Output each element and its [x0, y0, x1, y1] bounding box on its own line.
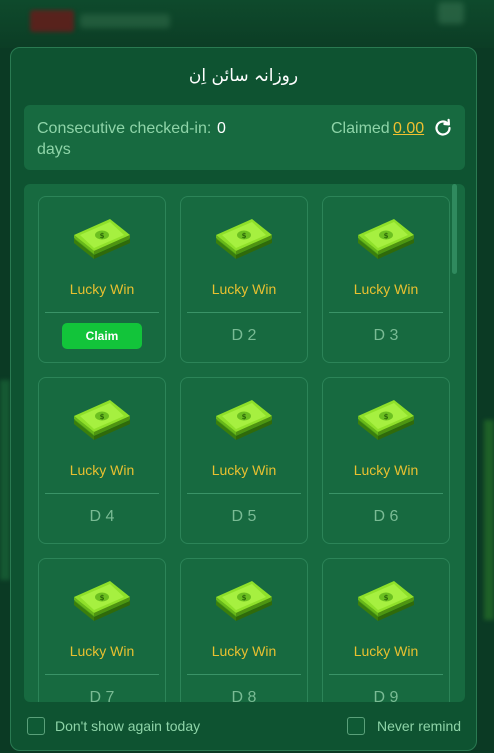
- day-label: D 8: [231, 689, 257, 702]
- background-decoration-right: [484, 420, 494, 620]
- reward-card[interactable]: $ Lucky Win D 9: [322, 558, 450, 702]
- day-label: D 9: [373, 689, 399, 702]
- reward-card[interactable]: $ Lucky Win D 4: [38, 377, 166, 544]
- cash-stack-icon: $: [356, 217, 418, 259]
- reward-card[interactable]: $ Lucky Win D 2: [180, 196, 308, 363]
- reward-label: Lucky Win: [353, 462, 419, 478]
- day-label: D 5: [231, 508, 257, 525]
- reward-card[interactable]: $ Lucky Win D 8: [180, 558, 308, 702]
- card-divider: [329, 312, 443, 313]
- day-label: D 6: [373, 508, 399, 525]
- reward-label: Lucky Win: [69, 643, 135, 659]
- daily-signin-modal: روزانہ سائن اِن Consecutive checked-in: …: [10, 47, 477, 751]
- reward-label: Lucky Win: [211, 281, 277, 297]
- card-divider: [187, 674, 301, 675]
- cash-stack-icon: $: [214, 579, 276, 621]
- cash-stack-icon: $: [72, 579, 134, 621]
- refresh-icon[interactable]: [432, 117, 454, 139]
- cash-stack-icon: $: [72, 217, 134, 259]
- claim-button[interactable]: Claim: [62, 323, 142, 349]
- consecutive-label: Consecutive checked-in: days: [37, 120, 212, 158]
- cash-stack-icon: $: [214, 398, 276, 440]
- background-header: [0, 0, 494, 48]
- claimed-value: 0.00: [393, 120, 425, 137]
- svg-text:$: $: [100, 594, 105, 602]
- svg-text:$: $: [384, 232, 389, 240]
- svg-text:$: $: [242, 232, 247, 240]
- reward-card[interactable]: $ Lucky Win D 7: [38, 558, 166, 702]
- modal-footer: Don't show again today Never remind: [11, 702, 476, 750]
- cash-stack-icon: $: [72, 398, 134, 440]
- cash-stack-icon: $: [214, 217, 276, 259]
- background-logo: [30, 10, 74, 32]
- dont-show-today-label[interactable]: Don't show again today: [55, 718, 200, 734]
- reward-card[interactable]: $ Lucky Win D 3: [322, 196, 450, 363]
- reward-label: Lucky Win: [211, 643, 277, 659]
- day-label: D 2: [231, 327, 257, 344]
- day-label: D 3: [373, 327, 399, 344]
- svg-text:$: $: [100, 232, 105, 240]
- reward-card[interactable]: $ Lucky Win D 5: [180, 377, 308, 544]
- reward-card[interactable]: $ Lucky Win D 6: [322, 377, 450, 544]
- reward-label: Lucky Win: [69, 462, 135, 478]
- reward-label: Lucky Win: [211, 462, 277, 478]
- reward-label: Lucky Win: [353, 281, 419, 297]
- never-remind-label[interactable]: Never remind: [377, 718, 461, 734]
- card-divider: [45, 312, 159, 313]
- day-label: D 7: [89, 689, 115, 702]
- card-divider: [45, 493, 159, 494]
- consecutive-count: 0: [217, 120, 226, 137]
- reward-card[interactable]: $ Lucky Win Claim: [38, 196, 166, 363]
- svg-text:$: $: [242, 594, 247, 602]
- cash-stack-icon: $: [356, 579, 418, 621]
- card-divider: [187, 312, 301, 313]
- card-divider: [329, 674, 443, 675]
- grid-scrollbar[interactable]: [452, 184, 457, 274]
- checkin-summary: Consecutive checked-in: days 0 Claimed 0…: [24, 105, 465, 170]
- reward-label: Lucky Win: [353, 643, 419, 659]
- cash-stack-icon: $: [356, 398, 418, 440]
- reward-grid[interactable]: $ Lucky Win Claim $ Lucky Win D 2 $ Lucky …: [24, 184, 465, 702]
- card-divider: [45, 674, 159, 675]
- reward-label: Lucky Win: [69, 281, 135, 297]
- svg-text:$: $: [100, 413, 105, 421]
- claimed-label: Claimed: [331, 120, 390, 137]
- card-divider: [329, 493, 443, 494]
- background-title: [80, 14, 170, 28]
- background-decoration-left: [0, 380, 10, 580]
- svg-text:$: $: [384, 413, 389, 421]
- svg-text:$: $: [242, 413, 247, 421]
- card-divider: [187, 493, 301, 494]
- never-remind-checkbox[interactable]: [347, 717, 365, 735]
- modal-title: روزانہ سائن اِن: [188, 66, 299, 86]
- day-label: D 4: [89, 508, 115, 525]
- dont-show-today-checkbox[interactable]: [27, 717, 45, 735]
- svg-text:$: $: [384, 594, 389, 602]
- background-menu-button: [438, 2, 464, 24]
